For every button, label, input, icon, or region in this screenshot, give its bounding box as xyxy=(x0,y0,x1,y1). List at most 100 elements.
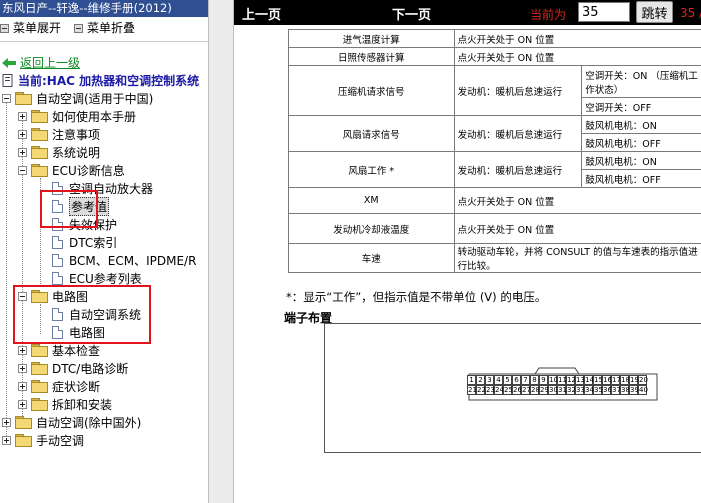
connector-pin: 19 xyxy=(629,375,639,385)
table-row: 风扇工作 * 发动机：暖机后怠速运行 鼓风机电机：ON xyxy=(288,151,701,188)
tree-folder-dtc-circuit[interactable]: DTC/电路诊断 xyxy=(18,359,128,377)
table-cell: 鼓风机电机：ON xyxy=(581,151,701,170)
tree-folder-removal-installation[interactable]: 拆卸和安装 xyxy=(18,395,112,413)
menu-collapse-button[interactable]: 菜单折叠 xyxy=(74,19,135,37)
prev-page-button[interactable]: 上一页 xyxy=(242,4,281,23)
connector-pin: 36 xyxy=(602,385,612,395)
tree-label: DTC/电路诊断 xyxy=(52,361,129,376)
page-number-input[interactable] xyxy=(578,2,630,22)
connector-pin: 25 xyxy=(503,385,513,395)
connector-pin: 6 xyxy=(512,375,521,385)
menu-collapse-label: 菜单折叠 xyxy=(87,21,136,35)
expand-toggle-icon[interactable] xyxy=(18,345,27,355)
tree-folder-precautions[interactable]: 注意事项 xyxy=(18,125,100,143)
highlight-box xyxy=(40,190,98,228)
expand-toggle-icon[interactable] xyxy=(18,363,27,373)
tree-label: 自动空调(除中国外) xyxy=(36,415,142,430)
connector-pin: 18 xyxy=(620,375,630,385)
folder-icon xyxy=(15,434,32,447)
tree-guide xyxy=(6,100,7,440)
connector-pin: 37 xyxy=(611,385,621,395)
document-icon xyxy=(2,74,13,87)
folder-icon xyxy=(15,416,32,429)
tree-folder-ecu-diagnosis[interactable]: ECU诊断信息 xyxy=(18,161,125,179)
tree-folder-how-to-use[interactable]: 如何使用本手册 xyxy=(18,107,136,125)
tree-folder-auto-ac-non-china[interactable]: 自动空调(除中国外) xyxy=(2,413,141,431)
connector-pin: 28 xyxy=(530,385,540,395)
table-row: 车速 转动驱动车轮，并将 CONSULT 的值与车速表的指示值进行比较。 xyxy=(288,243,701,273)
table-cell: 鼓风机电机：OFF xyxy=(581,133,701,152)
connector-pin: 11 xyxy=(557,375,567,385)
highlight-box xyxy=(13,285,151,344)
tree-folder-system-description[interactable]: 系统说明 xyxy=(18,143,100,161)
connector-pin: 22 xyxy=(476,385,486,395)
table-cell: 压缩机请求信号 xyxy=(288,65,455,116)
total-pages-label: 35 / xyxy=(680,6,701,20)
expand-toggle-icon[interactable] xyxy=(2,417,11,427)
connector-pin: 38 xyxy=(620,385,630,395)
tree-doc-bcm-ecm-ipdm[interactable]: BCM、ECM、IPDME/R xyxy=(52,251,196,269)
folder-icon xyxy=(31,128,48,141)
collapse-toggle-icon[interactable] xyxy=(2,93,11,103)
window-title: 东风日产--轩逸--维修手册(2012) xyxy=(0,0,208,17)
connector-pin: 39 xyxy=(629,385,639,395)
menu-expand-button[interactable]: 菜单展开 xyxy=(0,19,61,37)
table-cell: 发动机：暖机后怠速运行 xyxy=(453,65,583,116)
connector-pin: 7 xyxy=(521,375,530,385)
table-cell: 风扇请求信号 xyxy=(288,115,455,152)
table-cell: 进气温度计算 xyxy=(288,29,455,48)
menu-row: 菜单展开 菜单折叠 xyxy=(0,19,208,37)
table-row: 风扇请求信号 发动机：暖机后怠速运行 鼓风机电机：ON xyxy=(288,115,701,152)
panel-splitter[interactable] xyxy=(208,0,234,503)
tree-label: 拆卸和安装 xyxy=(52,397,113,412)
connector-pin: 16 xyxy=(602,375,612,385)
folder-icon xyxy=(31,110,48,123)
current-section-label: 当前:HAC 加热器和空调控制系统 xyxy=(18,74,200,88)
folder-open-icon xyxy=(31,164,48,177)
connector-pin: 13 xyxy=(575,375,585,385)
back-arrow-icon xyxy=(2,57,16,68)
navigation-panel: 东风日产--轩逸--维修手册(2012) 菜单展开 菜单折叠 返回上一级 当前:… xyxy=(0,0,208,503)
document-icon xyxy=(52,271,63,285)
current-section: 当前:HAC 加热器和空调控制系统 xyxy=(2,72,199,89)
table-cell: 转动驱动车轮，并将 CONSULT 的值与车速表的指示值进行比较。 xyxy=(453,243,701,273)
table-cell: 空调开关：OFF xyxy=(581,97,701,116)
tree-label: 症状诊断 xyxy=(52,379,101,394)
expand-toggle-icon[interactable] xyxy=(18,399,27,409)
connector-pin: 27 xyxy=(521,385,531,395)
tree-label: 注意事项 xyxy=(52,127,101,142)
tree-label: 如何使用本手册 xyxy=(52,109,137,124)
document-icon xyxy=(52,235,63,249)
table-footnote: *：显示“工作”，但指示值是不带单位 (V) 的电压。 xyxy=(286,290,547,304)
tree-folder-auto-ac-china[interactable]: 自动空调(适用于中国) xyxy=(2,89,153,107)
tree-folder-symptom-diagnosis[interactable]: 症状诊断 xyxy=(18,377,100,395)
table-cell: 点火开关处于 ON 位置 xyxy=(453,187,701,214)
folder-icon xyxy=(31,398,48,411)
table-cell: 点火开关处于 ON 位置 xyxy=(453,29,701,48)
table-row: XM 点火开关处于 ON 位置 xyxy=(288,187,701,214)
connector-pin: 8 xyxy=(530,375,539,385)
next-page-button[interactable]: 下一页 xyxy=(392,4,431,23)
tree-folder-manual-ac[interactable]: 手动空调 xyxy=(2,431,84,449)
tree-doc-dtc-index[interactable]: DTC索引 xyxy=(52,233,117,251)
collapse-icon xyxy=(74,23,83,33)
document-icon xyxy=(52,253,63,267)
connector-pin: 40 xyxy=(638,385,648,395)
tree-label: 手动空调 xyxy=(36,433,85,448)
tree-label: 基本检查 xyxy=(52,343,101,358)
expand-toggle-icon[interactable] xyxy=(18,381,27,391)
back-link[interactable]: 返回上一级 xyxy=(2,54,80,71)
connector-pin: 2 xyxy=(476,375,485,385)
expand-toggle-icon[interactable] xyxy=(18,129,27,139)
collapse-toggle-icon[interactable] xyxy=(18,165,27,175)
page-toolbar: 上一页 下一页 当前为 跳转 35 / xyxy=(234,0,701,25)
current-page-label: 当前为 xyxy=(530,8,567,22)
expand-toggle-icon[interactable] xyxy=(18,111,27,121)
connector-pin: 24 xyxy=(494,385,504,395)
expand-toggle-icon[interactable] xyxy=(18,147,27,157)
table-cell: 风扇工作 * xyxy=(288,151,455,188)
jump-button[interactable]: 跳转 xyxy=(636,1,673,23)
tree-label: 系统说明 xyxy=(52,145,101,160)
expand-toggle-icon[interactable] xyxy=(2,435,11,445)
table-row: 日照传感器计算 点火开关处于 ON 位置 xyxy=(288,47,701,66)
